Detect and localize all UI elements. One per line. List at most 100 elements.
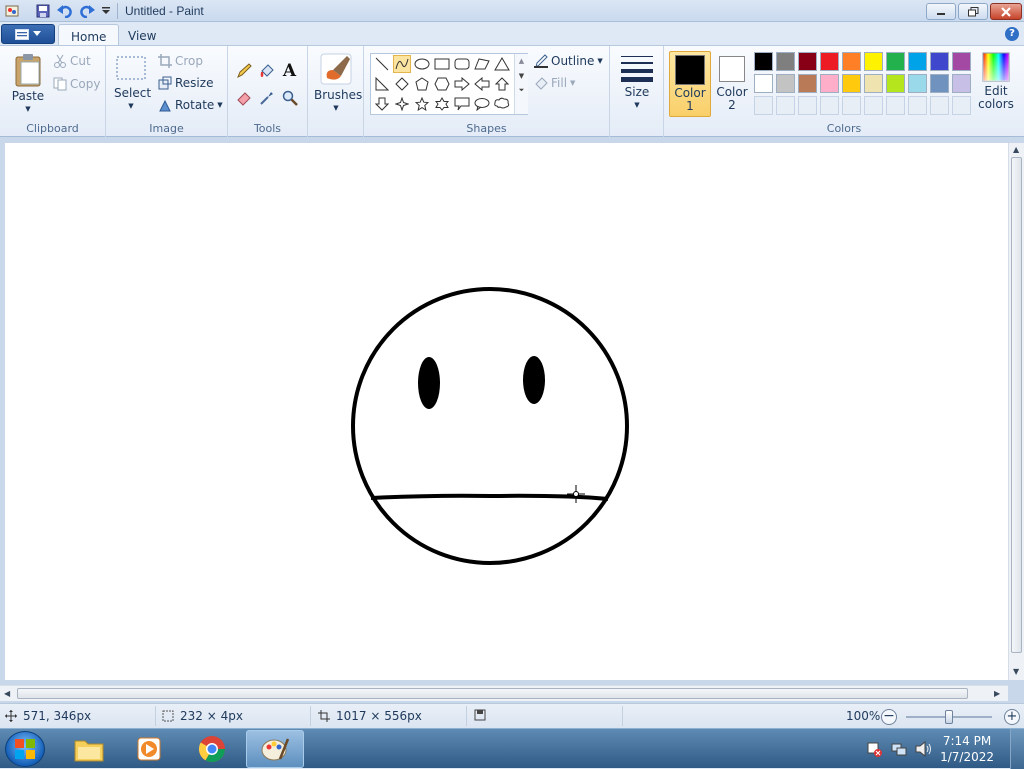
- scroll-right-icon[interactable]: ▶: [994, 689, 1000, 698]
- minimize-button[interactable]: [926, 3, 956, 20]
- undo-icon[interactable]: [56, 2, 74, 20]
- horizontal-scrollbar[interactable]: ◀ ▶: [0, 685, 1008, 701]
- fill-bucket-icon[interactable]: [256, 60, 277, 81]
- select-button[interactable]: Select ▼: [114, 54, 151, 113]
- scroll-up-icon[interactable]: ▲: [1013, 145, 1019, 154]
- triangle-shape-icon[interactable]: [493, 55, 511, 73]
- copy-button[interactable]: Copy: [53, 77, 100, 91]
- paste-button[interactable]: Paste ▼: [8, 53, 48, 116]
- show-desktop-button[interactable]: [1010, 729, 1024, 769]
- cut-button[interactable]: Cut: [53, 54, 91, 68]
- vertical-scroll-thumb[interactable]: [1011, 157, 1022, 653]
- palette-swatch[interactable]: [754, 52, 773, 71]
- help-icon[interactable]: ?: [1005, 27, 1019, 41]
- palette-swatch[interactable]: [754, 74, 773, 93]
- curve-shape-icon[interactable]: [393, 55, 411, 73]
- palette-swatch[interactable]: [842, 52, 861, 71]
- palette-swatch[interactable]: [886, 52, 905, 71]
- color-picker-icon[interactable]: [256, 87, 277, 108]
- volume-icon[interactable]: [915, 740, 933, 760]
- palette-swatch[interactable]: [798, 74, 817, 93]
- customize-quick-access-icon[interactable]: [97, 2, 115, 20]
- chrome-taskbar-button[interactable]: [183, 730, 241, 768]
- four-point-star-shape-icon[interactable]: [393, 95, 411, 113]
- edit-colors-button[interactable]: Edit colors: [976, 52, 1016, 111]
- palette-swatch[interactable]: [886, 74, 905, 93]
- brushes-button[interactable]: Brushes ▼: [314, 52, 362, 115]
- explorer-taskbar-button[interactable]: [60, 730, 118, 768]
- palette-swatch[interactable]: [908, 74, 927, 93]
- action-center-icon[interactable]: [866, 741, 882, 760]
- shapes-scrollbar[interactable]: ▲ ▼ ⏷: [514, 54, 528, 114]
- shapes-scroll-up-icon[interactable]: ▲: [515, 57, 528, 65]
- outline-button[interactable]: Outline ▼: [534, 54, 603, 68]
- six-point-star-shape-icon[interactable]: [433, 95, 451, 113]
- scroll-down-icon[interactable]: ▼: [1013, 667, 1019, 676]
- drawing-canvas[interactable]: [5, 143, 1008, 680]
- rotate-button[interactable]: Rotate ▼: [158, 98, 223, 112]
- oval-shape-icon[interactable]: [413, 55, 431, 73]
- pentagon-shape-icon[interactable]: [413, 75, 431, 93]
- pencil-icon[interactable]: [233, 60, 254, 81]
- custom-color-slot[interactable]: [864, 96, 883, 115]
- save-icon[interactable]: [34, 2, 52, 20]
- system-clock[interactable]: 7:14 PM 1/7/2022: [940, 733, 994, 765]
- five-point-star-shape-icon[interactable]: [413, 95, 431, 113]
- media-player-taskbar-button[interactable]: [120, 730, 178, 768]
- rectangle-shape-icon[interactable]: [433, 55, 451, 73]
- palette-swatch[interactable]: [864, 52, 883, 71]
- eraser-icon[interactable]: [233, 87, 254, 108]
- right-triangle-shape-icon[interactable]: [373, 75, 391, 93]
- rectangular-callout-shape-icon[interactable]: [453, 95, 471, 113]
- paint-menu-button[interactable]: [1, 24, 55, 44]
- color-2-button[interactable]: Color 2: [714, 51, 750, 117]
- left-arrow-shape-icon[interactable]: [473, 75, 491, 93]
- oval-callout-shape-icon[interactable]: [473, 95, 491, 113]
- tab-view[interactable]: View: [116, 24, 168, 46]
- down-arrow-shape-icon[interactable]: [373, 95, 391, 113]
- network-icon[interactable]: [891, 741, 907, 760]
- custom-color-slot[interactable]: [820, 96, 839, 115]
- right-arrow-shape-icon[interactable]: [453, 75, 471, 93]
- zoom-in-button[interactable]: +: [1004, 709, 1020, 725]
- palette-swatch[interactable]: [908, 52, 927, 71]
- shapes-expand-icon[interactable]: ⏷: [515, 86, 528, 95]
- cloud-callout-shape-icon[interactable]: [493, 95, 511, 113]
- hexagon-shape-icon[interactable]: [433, 75, 451, 93]
- text-icon[interactable]: A: [279, 60, 300, 81]
- palette-swatch[interactable]: [820, 74, 839, 93]
- line-shape-icon[interactable]: [373, 55, 391, 73]
- custom-color-slot[interactable]: [798, 96, 817, 115]
- redo-icon[interactable]: [78, 2, 96, 20]
- custom-color-slot[interactable]: [776, 96, 795, 115]
- palette-swatch[interactable]: [952, 52, 971, 71]
- polygon-shape-icon[interactable]: [473, 55, 491, 73]
- resize-button[interactable]: Resize: [158, 76, 213, 90]
- scroll-left-icon[interactable]: ◀: [4, 689, 10, 698]
- custom-color-slot[interactable]: [754, 96, 773, 115]
- custom-color-slot[interactable]: [842, 96, 861, 115]
- palette-swatch[interactable]: [864, 74, 883, 93]
- color-1-button[interactable]: Color 1: [669, 51, 711, 117]
- palette-swatch[interactable]: [820, 52, 839, 71]
- diamond-shape-icon[interactable]: [393, 75, 411, 93]
- zoom-out-button[interactable]: −: [881, 709, 897, 725]
- custom-color-slot[interactable]: [886, 96, 905, 115]
- palette-swatch[interactable]: [930, 52, 949, 71]
- size-button[interactable]: Size ▼: [617, 53, 657, 112]
- shapes-scroll-down-icon[interactable]: ▼: [515, 72, 528, 80]
- vertical-scrollbar[interactable]: ▲ ▼: [1008, 143, 1024, 680]
- rounded-rectangle-shape-icon[interactable]: [453, 55, 471, 73]
- magnifier-icon[interactable]: [279, 87, 300, 108]
- palette-swatch[interactable]: [798, 52, 817, 71]
- start-button[interactable]: [5, 731, 45, 767]
- palette-swatch[interactable]: [952, 74, 971, 93]
- close-button[interactable]: [990, 3, 1022, 20]
- paint-taskbar-button[interactable]: [246, 730, 304, 768]
- palette-swatch[interactable]: [776, 52, 795, 71]
- zoom-slider-thumb[interactable]: [945, 710, 953, 724]
- restore-button[interactable]: [958, 3, 988, 20]
- palette-swatch[interactable]: [930, 74, 949, 93]
- up-arrow-shape-icon[interactable]: [493, 75, 511, 93]
- tab-home[interactable]: Home: [58, 24, 120, 46]
